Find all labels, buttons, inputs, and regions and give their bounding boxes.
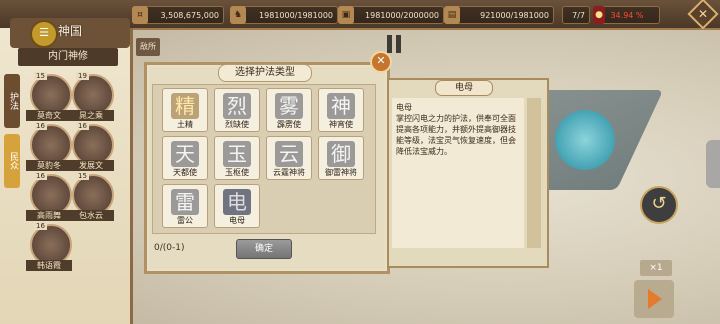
type-name: 御雷神将 xyxy=(325,168,357,177)
type-name: 天都使 xyxy=(173,168,197,177)
kingdom-emblem-icon: ☰ xyxy=(30,20,58,48)
hero-level: 16 xyxy=(76,122,89,130)
type-card-selected[interactable]: 电电母 xyxy=(214,184,260,228)
hero-level: 16 xyxy=(34,222,47,230)
hero-level: 15 xyxy=(76,172,89,180)
flag-button[interactable]: 敌所 xyxy=(136,38,160,56)
hero-level: 15 xyxy=(34,72,47,80)
hero-name: 高雨舞 xyxy=(26,210,72,221)
hero-level: 19 xyxy=(76,72,89,80)
info-name: 电母 xyxy=(396,103,412,112)
crystal-decoration xyxy=(555,110,615,170)
info-content: 电母 掌控闪电之力的护法，供奉可全面提高各项能力，并额外提高御器技能等级，法宝灵… xyxy=(392,98,524,248)
type-name: 烈缺使 xyxy=(225,120,249,129)
resource-value: 34.94 % xyxy=(610,11,644,20)
selection-count: 0/(0-1) xyxy=(154,243,185,253)
type-glyph: 电 xyxy=(223,189,251,215)
type-card[interactable]: 御御雷神将 xyxy=(318,136,364,180)
pause-icon xyxy=(396,35,401,53)
back-button[interactable]: ↺ xyxy=(640,186,678,224)
type-card[interactable]: 云云霆神将 xyxy=(266,136,312,180)
type-glyph: 烈 xyxy=(223,93,251,119)
type-card[interactable]: 神神宵使 xyxy=(318,88,364,132)
tab-people[interactable]: 民众 xyxy=(4,134,20,188)
type-name: 雷公 xyxy=(177,216,193,225)
play-icon xyxy=(648,289,662,309)
play-button[interactable] xyxy=(634,280,674,318)
resource-slots: 7/7 xyxy=(562,6,590,24)
type-glyph: 雾 xyxy=(275,93,303,119)
tab-guardian[interactable]: 护法 xyxy=(4,74,20,128)
resource-power: ● 34.94 % xyxy=(593,6,660,24)
type-card[interactable]: 精土精 xyxy=(162,88,208,132)
hero-name: 发展文 xyxy=(68,160,114,171)
type-name: 土精 xyxy=(177,120,193,129)
pause-icon xyxy=(387,35,392,53)
type-card[interactable]: 玉玉枢使 xyxy=(214,136,260,180)
info-scrollbar[interactable] xyxy=(527,98,541,248)
hero-name: 韩语霞 xyxy=(26,260,72,271)
info-title: 电母 xyxy=(435,80,493,96)
type-name: 霹雳使 xyxy=(277,120,301,129)
undo-arrow-icon: ↺ xyxy=(651,193,667,214)
type-card[interactable]: 雾霹雳使 xyxy=(266,88,312,132)
confirm-button[interactable]: 确定 xyxy=(236,239,292,259)
type-glyph: 精 xyxy=(171,93,199,119)
coin-icon: ¤ xyxy=(132,6,148,24)
type-name: 玉枢使 xyxy=(225,168,249,177)
resource-troops: ♞ 1981000/1981000 xyxy=(230,6,338,24)
speed-button[interactable]: ×1 xyxy=(640,260,672,276)
type-glyph: 神 xyxy=(327,93,355,119)
pause-button[interactable] xyxy=(387,35,403,53)
type-card[interactable]: 烈烈缺使 xyxy=(214,88,260,132)
resource-value: 1981000/2000000 xyxy=(365,11,439,20)
type-glyph: 天 xyxy=(171,141,199,167)
hero-level: 16 xyxy=(34,122,47,130)
troops-icon: ♞ xyxy=(230,6,246,24)
panel-title: 神国 xyxy=(58,24,83,38)
resource-food: ▣ 1981000/2000000 xyxy=(338,6,444,24)
resource-coins: ¤ 3,508,675,000 xyxy=(132,6,224,24)
side-drawer-handle[interactable] xyxy=(706,140,720,188)
resource-value: 1981000/1981000 xyxy=(259,11,333,20)
type-card[interactable]: 天天都使 xyxy=(162,136,208,180)
resource-value: 3,508,675,000 xyxy=(160,11,219,20)
info-description: 掌控闪电之力的护法，供奉可全面提高各项能力，并额外提高御器技能等级，法宝灵气恢复… xyxy=(396,114,516,156)
type-glyph: 玉 xyxy=(223,141,251,167)
wood-icon: ▤ xyxy=(444,6,460,24)
dialog-title: 选择护法类型 xyxy=(218,64,312,82)
type-glyph: 御 xyxy=(327,141,355,167)
resource-value: 7/7 xyxy=(572,11,585,20)
type-name: 云霆神将 xyxy=(273,168,305,177)
type-name: 电母 xyxy=(229,216,245,225)
type-card[interactable]: 雷雷公 xyxy=(162,184,208,228)
resource-wood: ▤ 921000/1981000 xyxy=(444,6,554,24)
food-icon: ▣ xyxy=(338,6,354,24)
panel-subtitle: 内门神修 xyxy=(18,48,118,66)
dialog-close-button[interactable]: ✕ xyxy=(370,51,392,73)
hero-name: 包水云 xyxy=(68,210,114,221)
resource-value: 921000/1981000 xyxy=(480,11,549,20)
type-glyph: 云 xyxy=(275,141,303,167)
close-icon: ✕ xyxy=(697,7,709,21)
hero-name: 莫豹冬 xyxy=(26,160,72,171)
type-name: 神宵使 xyxy=(329,120,353,129)
power-icon: ● xyxy=(593,6,605,24)
type-glyph: 雷 xyxy=(171,189,199,215)
hero-name: 莫奇文 xyxy=(26,110,72,121)
hero-level: 16 xyxy=(34,172,47,180)
hero-name: 晁之乘 xyxy=(68,110,114,121)
